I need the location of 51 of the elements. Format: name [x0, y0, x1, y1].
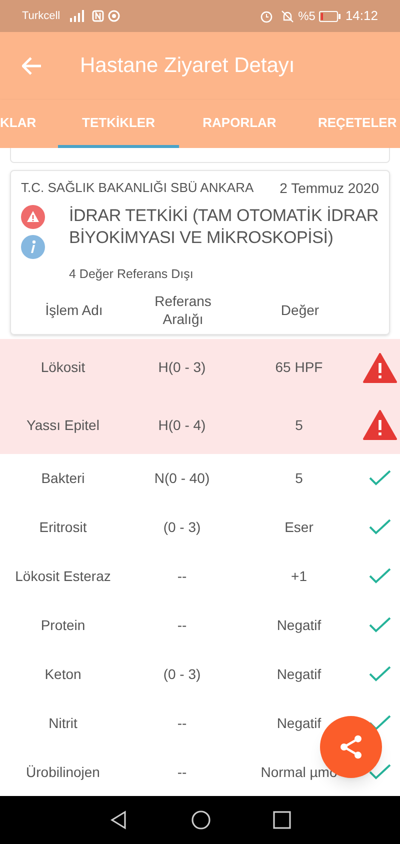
tab[interactable]: KLAR	[0, 100, 58, 148]
table-cell-text: (0 - 3)	[162, 664, 202, 684]
info-icon	[21, 235, 45, 259]
column-header: Referans Aralığı	[154, 292, 212, 328]
table-cell-text: --	[176, 762, 188, 782]
table-cell-text: Negatif	[276, 664, 322, 684]
table-cell-text: Lökosit	[40, 358, 86, 377]
column-header: İşlem Adı	[44, 300, 104, 319]
nfc-icon	[92, 10, 104, 22]
alarm-icon	[260, 10, 274, 22]
mute-bell-icon	[281, 10, 294, 22]
table-cell-text: H(0 - 3)	[157, 358, 207, 377]
table-cell-text: --	[176, 714, 188, 733]
browser-icon	[108, 10, 120, 22]
table-cell-text: N(0 - 40)	[153, 468, 211, 488]
table-cell-text: --	[176, 566, 188, 586]
table-cell-text: 5	[294, 416, 304, 434]
clock-time: 14:12	[345, 7, 378, 26]
table-cell-text: (0 - 3)	[162, 518, 202, 537]
table-cell-text: Bakteri	[40, 468, 86, 488]
test-title: İDRAR TETKİKİ (TAM OTOMATİK İDRAR BİYOKİMYASI VE MİKROSKOPİSİ)	[69, 205, 379, 249]
recents-nav-icon[interactable]	[273, 811, 291, 829]
hospital-name: T.C. SAĞLIK BAKANLIĞI SBÜ ANKARA	[21, 179, 254, 197]
battery-icon	[319, 10, 342, 22]
back-nav-icon[interactable]	[109, 810, 129, 830]
table-cell-text: Ürobilinojen	[25, 762, 101, 782]
battery-percent: %5	[298, 8, 316, 25]
column-header: Değer	[280, 300, 320, 319]
table-cell-text: Eser	[284, 518, 314, 537]
tab[interactable]: REÇETELER	[300, 100, 400, 148]
table-cell-text: Protein	[40, 616, 86, 635]
table-cell-text: Lökosit Esteraz	[14, 566, 112, 586]
home-nav-icon[interactable]	[191, 810, 211, 830]
table-cell-text: 65 HPF	[274, 358, 324, 377]
out-of-range-count: 4 Değer Referans Dışı	[69, 266, 194, 283]
carrier-name: Turkcell	[22, 8, 60, 24]
table-cell-text: +1	[290, 566, 308, 586]
table-cell-text: --	[176, 616, 188, 635]
screen-title: Hastane Ziyaret Detayı	[80, 53, 295, 80]
table-cell-text: H(0 - 4)	[157, 416, 207, 435]
table-cell-text: Yassı Epitel	[26, 416, 100, 435]
warning-icon	[21, 205, 45, 229]
tab[interactable]: RAPORLAR	[179, 100, 300, 148]
back-arrow-icon	[22, 57, 42, 75]
table-cell-text: Nitrit	[48, 714, 78, 733]
test-date: 2 Temmuz 2020	[280, 179, 379, 198]
table-cell-text: 5	[294, 468, 304, 488]
table-cell-text: Eritrosit	[38, 518, 88, 537]
table-cell-text: Negatif	[276, 714, 322, 733]
table-cell-text: Keton	[44, 664, 82, 684]
table-cell-text: Negatif	[276, 616, 322, 635]
